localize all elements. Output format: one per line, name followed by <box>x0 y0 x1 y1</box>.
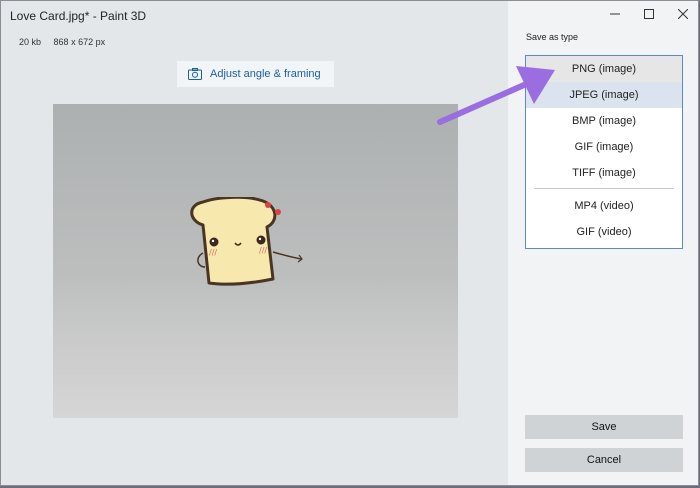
cancel-button[interactable]: Cancel <box>525 448 683 472</box>
close-icon <box>678 9 688 19</box>
svg-text:///: /// <box>209 248 217 257</box>
list-divider <box>534 188 674 189</box>
type-option-jpeg[interactable]: JPEG (image) <box>526 82 682 108</box>
svg-text:///: /// <box>259 246 267 255</box>
file-size: 20 kb <box>19 37 42 47</box>
camera-icon <box>188 68 202 80</box>
image-info: 20 kb 868 x 672 px <box>19 37 115 47</box>
save-options-panel: Save as type PNG (image) JPEG (image) BM… <box>508 1 698 485</box>
maximize-icon <box>644 9 654 19</box>
image-preview: /// /// <box>53 104 458 418</box>
close-button[interactable] <box>666 1 698 27</box>
maximize-button[interactable] <box>632 1 666 27</box>
window-controls <box>598 1 698 27</box>
paint3d-window: Love Card.jpg* - Paint 3D 20 kb 868 x 67… <box>0 0 699 486</box>
type-option-mp4[interactable]: MP4 (video) <box>526 193 682 219</box>
save-button[interactable]: Save <box>525 415 683 439</box>
type-option-bmp[interactable]: BMP (image) <box>526 108 682 134</box>
toast-character-image: /// /// <box>190 197 303 286</box>
minimize-icon <box>610 13 620 15</box>
type-option-gif-video[interactable]: GIF (video) <box>526 219 682 245</box>
save-type-dropdown-list: PNG (image) JPEG (image) BMP (image) GIF… <box>525 55 683 249</box>
type-option-png[interactable]: PNG (image) <box>526 56 682 82</box>
minimize-button[interactable] <box>598 1 632 27</box>
type-option-tiff[interactable]: TIFF (image) <box>526 160 682 186</box>
type-option-gif-image[interactable]: GIF (image) <box>526 134 682 160</box>
adjust-angle-button[interactable]: Adjust angle & framing <box>177 61 334 87</box>
adjust-angle-label: Adjust angle & framing <box>210 68 321 80</box>
save-as-type-label: Save as type <box>526 32 579 42</box>
image-dimensions: 868 x 672 px <box>53 37 106 47</box>
window-title: Love Card.jpg* - Paint 3D <box>10 9 147 23</box>
